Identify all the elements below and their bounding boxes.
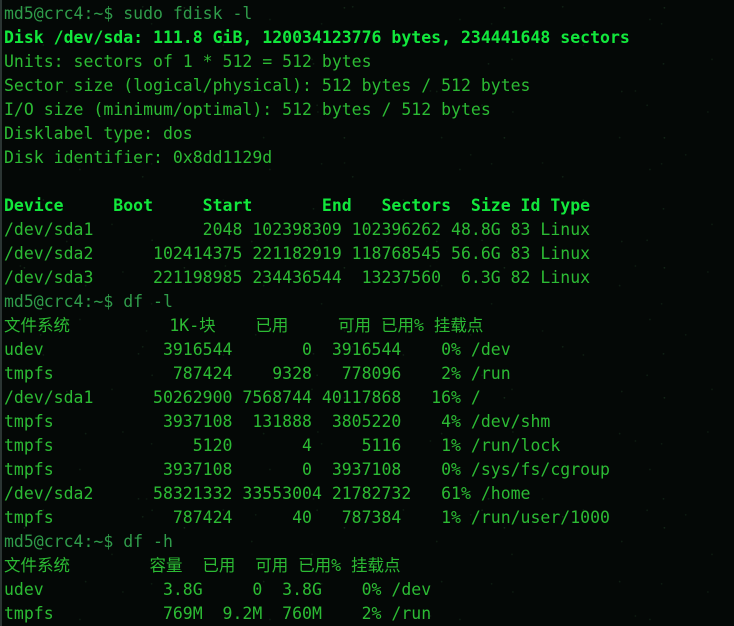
terminal-output-line: tmpfs 3937108 131888 3805220 4% /dev/shm: [4, 412, 551, 431]
terminal-output-line: /dev/sda1 50262900 7568744 40117868 16% …: [4, 388, 481, 407]
terminal-output-line: tmpfs 3937108 0 3937108 0% /sys/fs/cgrou…: [4, 460, 610, 479]
terminal-output-line: udev 3.8G 0 3.8G 0% /dev: [4, 580, 432, 599]
terminal-output-line: tmpfs 787424 9328 778096 2% /run: [4, 364, 511, 383]
terminal-output-line: tmpfs 5120 4 5116 1% /run/lock: [4, 436, 561, 455]
terminal-output-line: I/O size (minimum/optimal): 512 bytes / …: [4, 100, 491, 119]
terminal-screen-buffer[interactable]: md5@crc4:~$ sudo fdisk -l Disk /dev/sda: …: [2, 0, 734, 626]
terminal-prompt-line: md5@crc4:~$ sudo fdisk -l: [4, 4, 253, 23]
terminal-output-line: /dev/sda2 102414375 221182919 118768545 …: [4, 244, 591, 263]
terminal-output-line: Device Boot Start End Sectors Size Id Ty…: [4, 196, 591, 215]
terminal-prompt-line: md5@crc4:~$ df -h: [4, 532, 173, 551]
terminal-output-line: /dev/sda2 58321332 33553004 21782732 61%…: [4, 484, 531, 503]
terminal-output-line: udev 3916544 0 3916544 0% /dev: [4, 340, 511, 359]
terminal-output-line: Units: sectors of 1 * 512 = 512 bytes: [4, 52, 372, 71]
terminal-output-line: tmpfs 787424 40 787384 1% /run/user/1000: [4, 508, 610, 527]
terminal-output-line: 文件系统 1K-块 已用 可用 已用% 挂载点: [4, 316, 484, 335]
terminal-window[interactable]: md5@crc4:~$ sudo fdisk -l Disk /dev/sda: …: [0, 0, 734, 626]
terminal-output-line: tmpfs 769M 9.2M 760M 2% /run: [4, 604, 432, 623]
terminal-output-line: /dev/sda1 2048 102398309 102396262 48.8G…: [4, 220, 591, 239]
terminal-prompt-line: md5@crc4:~$ df -l: [4, 292, 173, 311]
terminal-output-line: Disk identifier: 0x8dd1129d: [4, 148, 273, 167]
terminal-output-line: Sector size (logical/physical): 512 byte…: [4, 76, 531, 95]
terminal-output-line: 文件系统 容量 已用 可用 已用% 挂载点: [4, 556, 401, 575]
terminal-output-line: Disklabel type: dos: [4, 124, 193, 143]
terminal-output-line: Disk /dev/sda: 111.8 GiB, 120034123776 b…: [4, 28, 630, 47]
terminal-output-line: /dev/sda3 221198985 234436544 13237560 6…: [4, 268, 591, 287]
